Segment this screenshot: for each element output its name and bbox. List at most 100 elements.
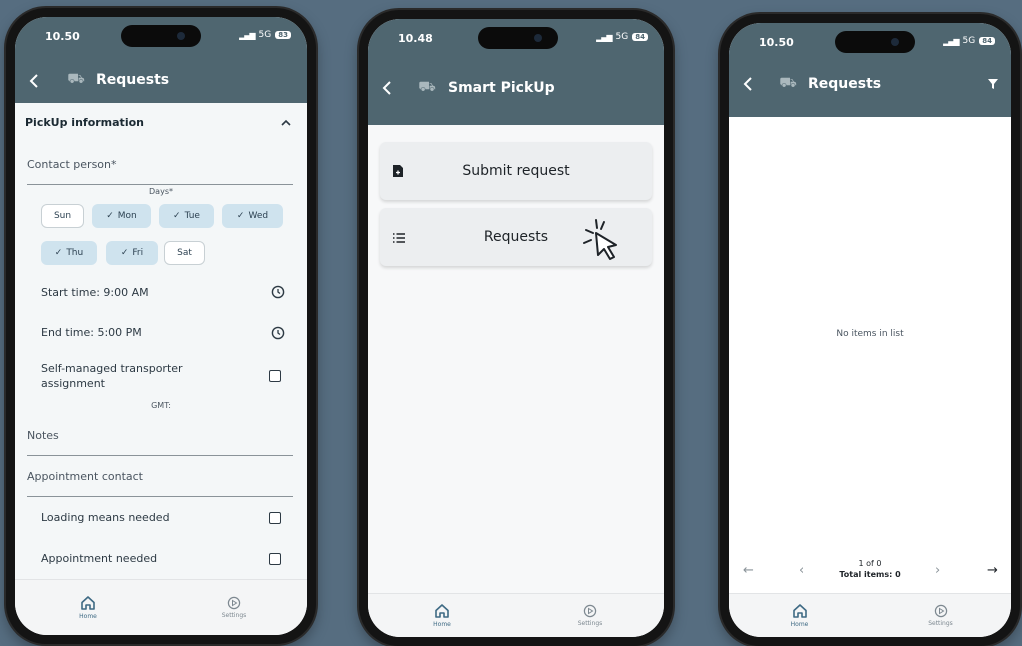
check-icon: ✓ [54, 248, 63, 258]
nav-home[interactable]: Home [729, 594, 870, 637]
notes-underline [27, 455, 293, 456]
nav-settings[interactable]: Settings [870, 594, 1011, 637]
day-chip-mon[interactable]: ✓ Mon [92, 204, 151, 228]
home-icon [81, 596, 95, 610]
day-chip-wed[interactable]: ✓ Wed [222, 204, 283, 228]
day-chip-label: Wed [248, 211, 269, 221]
status-icons: ▂▄▆ 5G 83 [239, 30, 291, 40]
dynamic-island [478, 27, 558, 49]
section-header[interactable]: PickUp information [25, 116, 297, 129]
day-chip-label: Mon [117, 211, 137, 221]
appointment-contact-field[interactable]: Appointment contact [27, 470, 293, 483]
gmt-label: GMT: [151, 401, 171, 410]
nav-settings[interactable]: Settings [516, 594, 664, 637]
page-count: 1 of 0 [858, 559, 882, 568]
day-chip-thu[interactable]: ✓ Thu [41, 241, 97, 265]
screen: 10.48 ▂▄▆ 5G 84 ⛟ Smart PickUp Submit re… [368, 19, 664, 637]
page-title: Requests [808, 76, 882, 92]
settings-icon [227, 596, 241, 610]
days-label: Days* [149, 187, 173, 196]
nav-home[interactable]: Home [368, 594, 516, 637]
arrow-right-icon[interactable]: → [987, 563, 998, 578]
back-arrow-icon[interactable] [29, 74, 41, 88]
filter-icon[interactable] [987, 78, 999, 90]
total-items: Total items: 0 [729, 569, 1011, 580]
page-title: Requests [96, 72, 170, 88]
total-items-text: Total items: 0 [839, 570, 901, 579]
hand-pointer-icon [583, 219, 617, 260]
end-time-label[interactable]: End time: 5:00 PM [41, 326, 142, 339]
pagination: ← ‹ 1 of 0 Total items: 0 › → [729, 553, 1011, 587]
day-chip-tue[interactable]: ✓ Tue [159, 204, 214, 228]
pickup-form: PickUp information Contact person* Days*… [15, 103, 307, 579]
day-chip-label: Fri [132, 248, 144, 258]
day-chip-label: Sun [53, 211, 72, 221]
submit-request-button[interactable]: Submit request [380, 142, 652, 200]
status-time: 10.50 [759, 36, 794, 49]
day-chip-sat[interactable]: Sat [164, 241, 205, 265]
pagination-info: 1 of 0 Total items: 0 [729, 558, 1011, 580]
status-time: 10.48 [398, 32, 433, 45]
nav-settings-label: Settings [577, 620, 603, 627]
self-managed-checkbox[interactable] [269, 370, 281, 382]
app-header: 10.50 ▂▄▆ 5G 84 ⛟ Requests [729, 23, 1011, 117]
home-icon [792, 604, 807, 618]
bottom-nav: Home Settings [368, 593, 664, 637]
bottom-nav: Home Settings [15, 579, 307, 635]
status-bar: 10.48 ▂▄▆ 5G 84 [368, 19, 664, 55]
nav-home[interactable]: Home [15, 580, 161, 635]
chevron-right-icon[interactable]: › [935, 563, 940, 578]
back-arrow-icon[interactable] [382, 81, 394, 95]
clock-icon[interactable] [271, 285, 285, 299]
check-icon: ✓ [120, 248, 129, 258]
notes-field[interactable]: Notes [27, 429, 293, 442]
section-title: PickUp information [25, 116, 144, 129]
app-header: 10.48 ▂▄▆ 5G 84 ⛟ Smart PickUp [368, 19, 664, 125]
bottom-nav: Home Settings [729, 593, 1011, 637]
day-chip-sun[interactable]: Sun [41, 204, 84, 228]
start-time-label[interactable]: Start time: 9:00 AM [41, 286, 149, 299]
screen: 10.50 ▂▄▆ 5G 84 ⛟ Requests No items in l… [729, 23, 1011, 637]
signal-icon: ▂▄▆ [239, 30, 256, 40]
check-icon: ✓ [106, 211, 114, 221]
network-type: 5G [962, 36, 976, 46]
app-header: 10.50 ▂▄▆ 5G 83 ⛟ Requests [15, 17, 307, 103]
appointment-needed-checkbox[interactable] [269, 553, 281, 565]
back-arrow-icon[interactable] [743, 77, 755, 91]
nav-home-label: Home [790, 621, 809, 628]
day-chip-fri[interactable]: ✓ Fri [106, 241, 158, 265]
contact-person-underline [27, 184, 293, 185]
clock-icon[interactable] [271, 326, 285, 340]
network-type: 5G [615, 32, 629, 42]
contact-person-field[interactable]: Contact person* [27, 158, 293, 171]
nav-home-label: Home [433, 621, 451, 628]
list-icon [393, 233, 405, 243]
signal-icon: ▂▄▆ [596, 32, 613, 42]
loading-means-label: Loading means needed [41, 511, 170, 524]
status-icons: ▂▄▆ 5G 84 [943, 36, 995, 46]
status-time: 10.50 [45, 30, 80, 43]
phone-smart-pickup-menu: 10.48 ▂▄▆ 5G 84 ⛟ Smart PickUp Submit re… [359, 10, 673, 646]
empty-list-message: No items in list [836, 329, 904, 339]
network-type: 5G [258, 30, 272, 40]
loading-means-checkbox[interactable] [269, 512, 281, 524]
check-icon: ✓ [236, 211, 245, 221]
settings-icon [934, 604, 947, 618]
truck-logo-icon: ⛟ [779, 75, 797, 91]
requests-button[interactable]: Requests [380, 208, 652, 266]
day-chip-label: Thu [66, 248, 84, 258]
chevron-up-icon[interactable] [281, 119, 291, 126]
phone-pickup-form: 10.50 ▂▄▆ 5G 83 ⛟ Requests PickUp inform… [6, 8, 316, 644]
truck-logo-icon: ⛟ [418, 79, 436, 95]
app-bar: ⛟ Smart PickUp [368, 73, 664, 103]
home-icon [435, 604, 449, 618]
nav-settings[interactable]: Settings [161, 580, 307, 635]
requests-label: Requests [483, 229, 549, 245]
battery-icon: 83 [275, 31, 291, 39]
appointment-needed-label: Appointment needed [41, 552, 158, 565]
status-bar: 10.50 ▂▄▆ 5G 83 [15, 17, 307, 53]
settings-icon [583, 604, 597, 618]
status-icons: ▂▄▆ 5G 84 [596, 32, 648, 42]
submit-request-label: Submit request [462, 163, 570, 179]
document-icon [393, 165, 403, 177]
